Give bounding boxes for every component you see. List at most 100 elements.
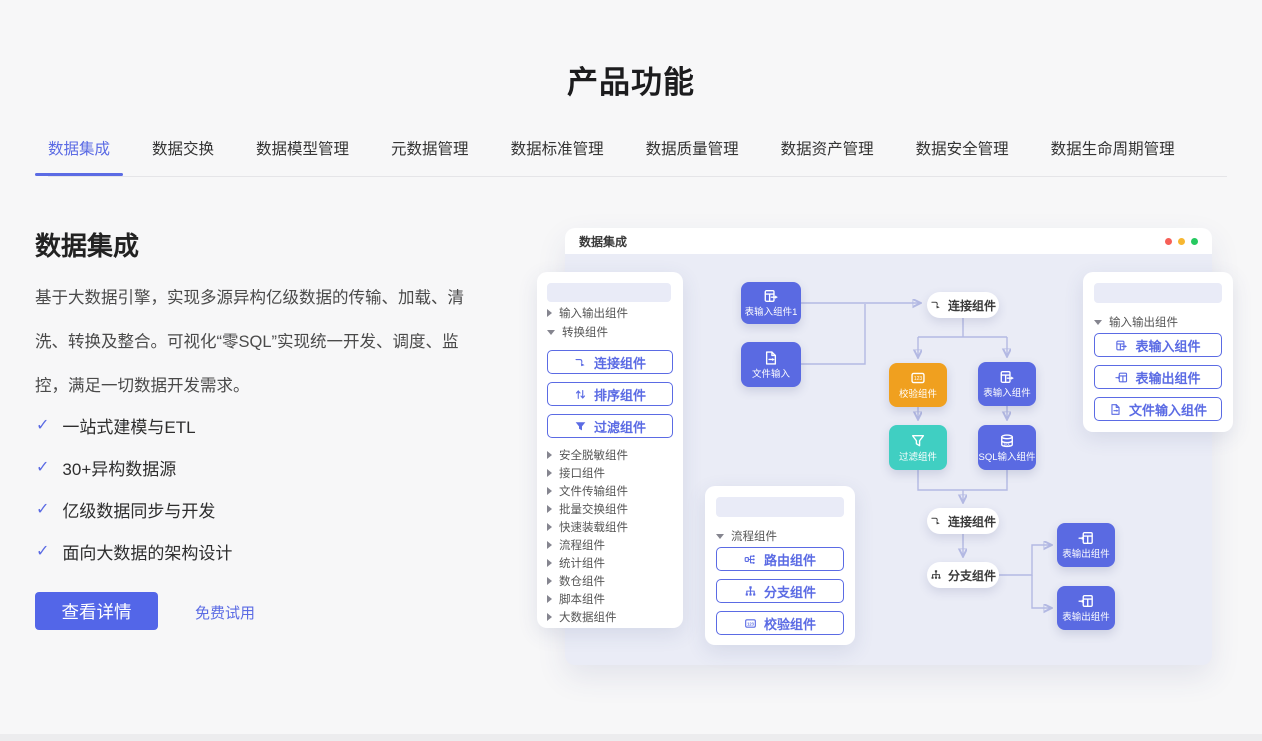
caret-right-icon bbox=[547, 523, 552, 531]
svg-text:123: 123 bbox=[747, 621, 755, 626]
bullet-label: 一站式建模与ETL bbox=[62, 413, 195, 438]
tab-data-asset-mgmt[interactable]: 数据资产管理 bbox=[781, 141, 874, 159]
validate-icon: 123 bbox=[910, 370, 926, 386]
tab-data-security-mgmt[interactable]: 数据安全管理 bbox=[916, 141, 1009, 159]
component-button-table-output[interactable]: 表输出组件 bbox=[1094, 365, 1222, 389]
component-panel-left: 输入输出组件 转换组件 连接组件 排序组件 过滤组件 安全脱敏组件 bbox=[537, 272, 683, 628]
flow-node-branch[interactable]: 分支组件 bbox=[927, 562, 999, 588]
free-trial-link[interactable]: 免费试用 bbox=[195, 602, 255, 623]
flow-node-table-output-1[interactable]: 表输出组件 bbox=[1057, 523, 1115, 567]
caret-right-icon bbox=[547, 577, 552, 585]
component-button-filter[interactable]: 过滤组件 bbox=[547, 414, 673, 438]
flow-node-sql-input[interactable]: SQL SQL输入组件 bbox=[978, 425, 1036, 470]
group-process[interactable]: 流程组件 bbox=[547, 537, 605, 553]
bullet-item: ✓ 一站式建模与ETL bbox=[36, 404, 232, 446]
bullet-item: ✓ 亿级数据同步与开发 bbox=[36, 488, 232, 530]
tab-metadata-mgmt[interactable]: 元数据管理 bbox=[391, 141, 469, 159]
branch-icon bbox=[744, 585, 757, 598]
flow-node-table-output-2[interactable]: 表输出组件 bbox=[1057, 586, 1115, 630]
window-controls bbox=[1165, 228, 1198, 254]
flow-node-connector-bottom[interactable]: 连接组件 bbox=[927, 508, 999, 534]
group-statistics[interactable]: 统计组件 bbox=[547, 555, 605, 571]
tab-data-exchange[interactable]: 数据交换 bbox=[152, 141, 214, 159]
group-bigdata[interactable]: 大数据组件 bbox=[547, 609, 617, 625]
tab-data-standard-mgmt[interactable]: 数据标准管理 bbox=[511, 141, 604, 159]
group-interface[interactable]: 接口组件 bbox=[547, 465, 605, 481]
group-input-output-right[interactable]: 输入输出组件 bbox=[1094, 314, 1178, 330]
flow-node-table-input-1[interactable]: 表输入组件1 bbox=[741, 282, 801, 324]
component-button-branch[interactable]: 分支组件 bbox=[716, 579, 844, 603]
group-process-components[interactable]: 流程组件 bbox=[716, 528, 777, 544]
filter-icon bbox=[574, 420, 587, 433]
feature-heading: 数据集成 bbox=[35, 226, 139, 263]
feature-tabs: 数据集成 数据交换 数据模型管理 元数据管理 数据标准管理 数据质量管理 数据资… bbox=[48, 141, 1227, 177]
feature-description: 基于大数据引擎，实现多源异构亿级数据的传输、加载、清洗、转换及整合。可视化“零S… bbox=[35, 276, 473, 408]
group-script[interactable]: 脚本组件 bbox=[547, 591, 605, 607]
search-input[interactable] bbox=[716, 497, 844, 517]
caret-right-icon bbox=[547, 559, 552, 567]
connector-icon bbox=[930, 515, 942, 527]
file-in-icon bbox=[763, 350, 779, 366]
group-security-mask[interactable]: 安全脱敏组件 bbox=[547, 447, 628, 463]
validate-icon: 123 bbox=[744, 617, 757, 630]
group-warehouse[interactable]: 数仓组件 bbox=[547, 573, 605, 589]
table-in-icon bbox=[763, 288, 779, 304]
component-button-validate[interactable]: 123 校验组件 bbox=[716, 611, 844, 635]
flow-node-file-input[interactable]: 文件输入 bbox=[741, 342, 801, 387]
minimize-dot-icon[interactable] bbox=[1178, 238, 1185, 245]
tab-data-model-mgmt[interactable]: 数据模型管理 bbox=[256, 141, 349, 159]
bullet-label: 30+异构数据源 bbox=[62, 455, 176, 480]
close-dot-icon[interactable] bbox=[1165, 238, 1172, 245]
connector-icon bbox=[574, 356, 587, 369]
flow-node-connector-top[interactable]: 连接组件 bbox=[927, 292, 999, 318]
caret-right-icon bbox=[547, 309, 552, 317]
flow-node-validate[interactable]: 123 校验组件 bbox=[889, 363, 947, 407]
product-features-section: 产品功能 数据集成 数据交换 数据模型管理 元数据管理 数据标准管理 数据质量管… bbox=[0, 0, 1262, 741]
section-divider bbox=[0, 734, 1262, 741]
component-button-sort[interactable]: 排序组件 bbox=[547, 382, 673, 406]
check-icon: ✓ bbox=[36, 457, 49, 477]
view-details-button[interactable]: 查看详情 bbox=[35, 592, 158, 630]
component-button-file-input[interactable]: 文件输入组件 bbox=[1094, 397, 1222, 421]
check-icon: ✓ bbox=[36, 541, 49, 561]
component-button-table-input[interactable]: 表输入组件 bbox=[1094, 333, 1222, 357]
app-window-data-integration: 数据集成 bbox=[565, 228, 1212, 665]
svg-text:SQL: SQL bbox=[1004, 442, 1011, 446]
bullet-item: ✓ 面向大数据的架构设计 bbox=[36, 530, 232, 572]
sort-icon bbox=[574, 388, 587, 401]
group-batch-exchange[interactable]: 批量交换组件 bbox=[547, 501, 628, 517]
group-input-output[interactable]: 输入输出组件 bbox=[547, 305, 628, 321]
table-out-icon bbox=[1115, 371, 1128, 384]
tab-data-quality-mgmt[interactable]: 数据质量管理 bbox=[646, 141, 739, 159]
group-transform[interactable]: 转换组件 bbox=[547, 324, 608, 340]
bullet-label: 面向大数据的架构设计 bbox=[62, 539, 232, 564]
window-titlebar: 数据集成 bbox=[565, 228, 1212, 254]
caret-right-icon bbox=[547, 487, 552, 495]
caret-right-icon bbox=[547, 469, 552, 477]
route-icon bbox=[744, 553, 757, 566]
caret-down-icon bbox=[716, 534, 724, 539]
search-input[interactable] bbox=[547, 283, 671, 302]
window-title: 数据集成 bbox=[579, 233, 627, 250]
flow-node-table-input[interactable]: 表输入组件 bbox=[978, 362, 1036, 406]
table-in-icon bbox=[999, 369, 1015, 385]
component-button-connector[interactable]: 连接组件 bbox=[547, 350, 673, 374]
group-file-transfer[interactable]: 文件传输组件 bbox=[547, 483, 628, 499]
group-fast-load[interactable]: 快速装载组件 bbox=[547, 519, 628, 535]
tab-data-integration[interactable]: 数据集成 bbox=[48, 141, 110, 159]
check-icon: ✓ bbox=[36, 499, 49, 519]
table-out-icon bbox=[1078, 593, 1094, 609]
page-title: 产品功能 bbox=[0, 57, 1262, 102]
component-button-route[interactable]: 路由组件 bbox=[716, 547, 844, 571]
funnel-icon bbox=[910, 433, 926, 449]
caret-right-icon bbox=[547, 451, 552, 459]
search-input[interactable] bbox=[1094, 283, 1222, 303]
caret-down-icon bbox=[1094, 320, 1102, 325]
flow-node-filter[interactable]: 过滤组件 bbox=[889, 425, 947, 470]
table-in-icon bbox=[1115, 339, 1128, 352]
maximize-dot-icon[interactable] bbox=[1191, 238, 1198, 245]
bullet-label: 亿级数据同步与开发 bbox=[62, 497, 215, 522]
tab-data-lifecycle-mgmt[interactable]: 数据生命周期管理 bbox=[1051, 141, 1175, 159]
bullet-item: ✓ 30+异构数据源 bbox=[36, 446, 232, 488]
feature-bullets: ✓ 一站式建模与ETL ✓ 30+异构数据源 ✓ 亿级数据同步与开发 ✓ 面向大… bbox=[36, 404, 232, 572]
